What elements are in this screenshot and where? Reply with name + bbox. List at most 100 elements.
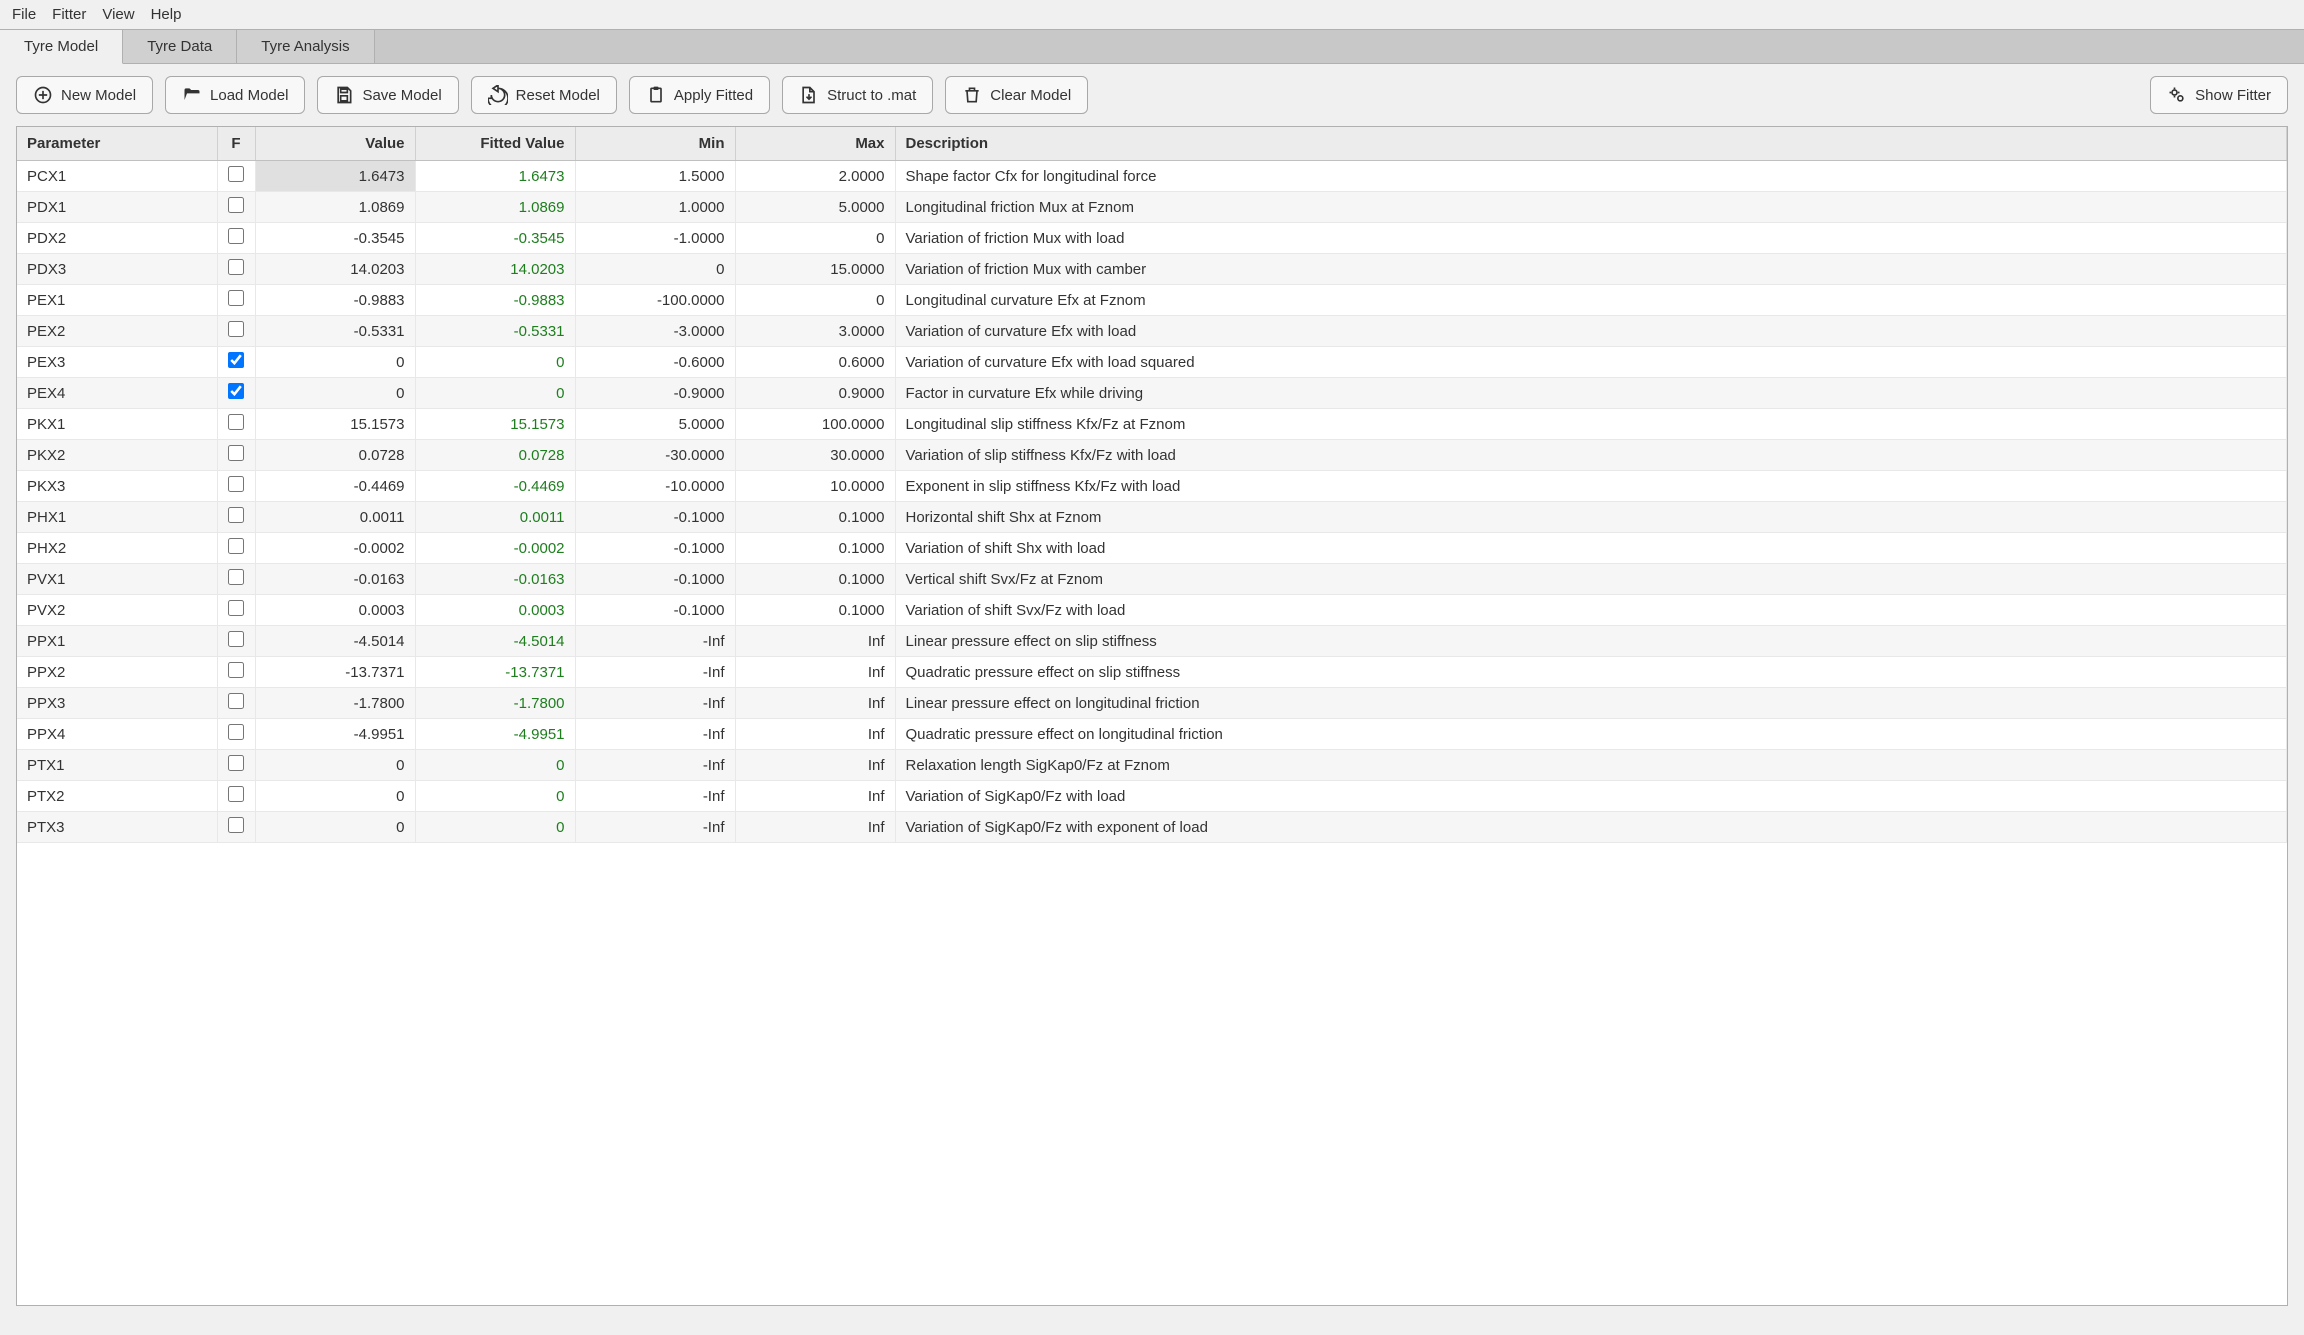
value-cell[interactable]: 0 (255, 378, 415, 409)
table-row[interactable]: PVX20.00030.0003-0.10000.1000Variation o… (17, 595, 2287, 626)
fix-checkbox[interactable] (228, 445, 244, 461)
max-cell[interactable]: 3.0000 (735, 316, 895, 347)
save-model-button[interactable]: Save Model (317, 76, 458, 114)
new-model-button[interactable]: New Model (16, 76, 153, 114)
min-cell[interactable]: -0.1000 (575, 502, 735, 533)
max-cell[interactable]: 10.0000 (735, 471, 895, 502)
value-cell[interactable]: 1.0869 (255, 192, 415, 223)
table-row[interactable]: PCX11.64731.64731.50002.0000Shape factor… (17, 161, 2287, 192)
min-cell[interactable]: -30.0000 (575, 440, 735, 471)
table-row[interactable]: PTX100-InfInfRelaxation length SigKap0/F… (17, 750, 2287, 781)
min-cell[interactable]: -0.1000 (575, 564, 735, 595)
max-cell[interactable]: 0 (735, 285, 895, 316)
table-row[interactable]: PDX314.020314.0203015.0000Variation of f… (17, 254, 2287, 285)
value-cell[interactable]: -0.4469 (255, 471, 415, 502)
table-row[interactable]: PKX20.07280.0728-30.000030.0000Variation… (17, 440, 2287, 471)
min-cell[interactable]: -100.0000 (575, 285, 735, 316)
min-cell[interactable]: 0 (575, 254, 735, 285)
load-model-button[interactable]: Load Model (165, 76, 305, 114)
min-cell[interactable]: -0.9000 (575, 378, 735, 409)
col-min[interactable]: Min (575, 127, 735, 161)
table-row[interactable]: PPX4-4.9951-4.9951-InfInfQuadratic press… (17, 719, 2287, 750)
max-cell[interactable]: Inf (735, 750, 895, 781)
value-cell[interactable]: -0.5331 (255, 316, 415, 347)
min-cell[interactable]: -0.1000 (575, 533, 735, 564)
table-row[interactable]: PDX2-0.3545-0.3545-1.00000Variation of f… (17, 223, 2287, 254)
table-row[interactable]: PHX10.00110.0011-0.10000.1000Horizontal … (17, 502, 2287, 533)
min-cell[interactable]: -Inf (575, 781, 735, 812)
table-row[interactable]: PDX11.08691.08691.00005.0000Longitudinal… (17, 192, 2287, 223)
fix-checkbox[interactable] (228, 383, 244, 399)
min-cell[interactable]: -Inf (575, 719, 735, 750)
table-row[interactable]: PTX300-InfInfVariation of SigKap0/Fz wit… (17, 812, 2287, 843)
value-cell[interactable]: -0.0002 (255, 533, 415, 564)
value-cell[interactable]: 0 (255, 750, 415, 781)
max-cell[interactable]: Inf (735, 719, 895, 750)
value-cell[interactable]: 0.0003 (255, 595, 415, 626)
value-cell[interactable]: -1.7800 (255, 688, 415, 719)
tab-tyre-data[interactable]: Tyre Data (123, 30, 237, 63)
max-cell[interactable]: 0.6000 (735, 347, 895, 378)
table-row[interactable]: PEX400-0.90000.9000Factor in curvature E… (17, 378, 2287, 409)
value-cell[interactable]: 1.6473 (255, 161, 415, 192)
fix-checkbox[interactable] (228, 197, 244, 213)
min-cell[interactable]: -3.0000 (575, 316, 735, 347)
min-cell[interactable]: -Inf (575, 688, 735, 719)
min-cell[interactable]: 1.0000 (575, 192, 735, 223)
clear-model-button[interactable]: Clear Model (945, 76, 1088, 114)
fix-checkbox[interactable] (228, 662, 244, 678)
fix-checkbox[interactable] (228, 414, 244, 430)
max-cell[interactable]: Inf (735, 657, 895, 688)
table-row[interactable]: PVX1-0.0163-0.0163-0.10000.1000Vertical … (17, 564, 2287, 595)
value-cell[interactable]: 15.1573 (255, 409, 415, 440)
max-cell[interactable]: 0 (735, 223, 895, 254)
struct-to-mat-button[interactable]: Struct to .mat (782, 76, 933, 114)
menu-item-fitter[interactable]: Fitter (48, 4, 90, 25)
fix-checkbox[interactable] (228, 476, 244, 492)
min-cell[interactable]: -0.6000 (575, 347, 735, 378)
min-cell[interactable]: -Inf (575, 626, 735, 657)
value-cell[interactable]: 0 (255, 347, 415, 378)
min-cell[interactable]: -Inf (575, 657, 735, 688)
col-fitted[interactable]: Fitted Value (415, 127, 575, 161)
table-row[interactable]: PEX1-0.9883-0.9883-100.00000Longitudinal… (17, 285, 2287, 316)
fix-checkbox[interactable] (228, 228, 244, 244)
show-fitter-button[interactable]: Show Fitter (2150, 76, 2288, 114)
value-cell[interactable]: -4.9951 (255, 719, 415, 750)
fix-checkbox[interactable] (228, 538, 244, 554)
max-cell[interactable]: 0.1000 (735, 595, 895, 626)
max-cell[interactable]: 30.0000 (735, 440, 895, 471)
fix-checkbox[interactable] (228, 786, 244, 802)
fix-checkbox[interactable] (228, 507, 244, 523)
fix-checkbox[interactable] (228, 817, 244, 833)
tab-tyre-model[interactable]: Tyre Model (0, 30, 123, 64)
table-row[interactable]: PPX2-13.7371-13.7371-InfInfQuadratic pre… (17, 657, 2287, 688)
value-cell[interactable]: -0.3545 (255, 223, 415, 254)
min-cell[interactable]: -Inf (575, 750, 735, 781)
reset-model-button[interactable]: Reset Model (471, 76, 617, 114)
max-cell[interactable]: 2.0000 (735, 161, 895, 192)
value-cell[interactable]: 14.0203 (255, 254, 415, 285)
tab-tyre-analysis[interactable]: Tyre Analysis (237, 30, 374, 63)
col-value[interactable]: Value (255, 127, 415, 161)
table-row[interactable]: PTX200-InfInfVariation of SigKap0/Fz wit… (17, 781, 2287, 812)
value-cell[interactable]: -4.5014 (255, 626, 415, 657)
min-cell[interactable]: 1.5000 (575, 161, 735, 192)
value-cell[interactable]: -0.9883 (255, 285, 415, 316)
max-cell[interactable]: 15.0000 (735, 254, 895, 285)
value-cell[interactable]: -0.0163 (255, 564, 415, 595)
max-cell[interactable]: 100.0000 (735, 409, 895, 440)
table-row[interactable]: PPX1-4.5014-4.5014-InfInfLinear pressure… (17, 626, 2287, 657)
col-parameter[interactable]: Parameter (17, 127, 217, 161)
fix-checkbox[interactable] (228, 631, 244, 647)
max-cell[interactable]: 5.0000 (735, 192, 895, 223)
fix-checkbox[interactable] (228, 724, 244, 740)
value-cell[interactable]: 0 (255, 812, 415, 843)
max-cell[interactable]: Inf (735, 812, 895, 843)
menu-item-help[interactable]: Help (147, 4, 186, 25)
fix-checkbox[interactable] (228, 290, 244, 306)
menu-item-file[interactable]: File (8, 4, 40, 25)
fix-checkbox[interactable] (228, 352, 244, 368)
min-cell[interactable]: -0.1000 (575, 595, 735, 626)
fix-checkbox[interactable] (228, 166, 244, 182)
